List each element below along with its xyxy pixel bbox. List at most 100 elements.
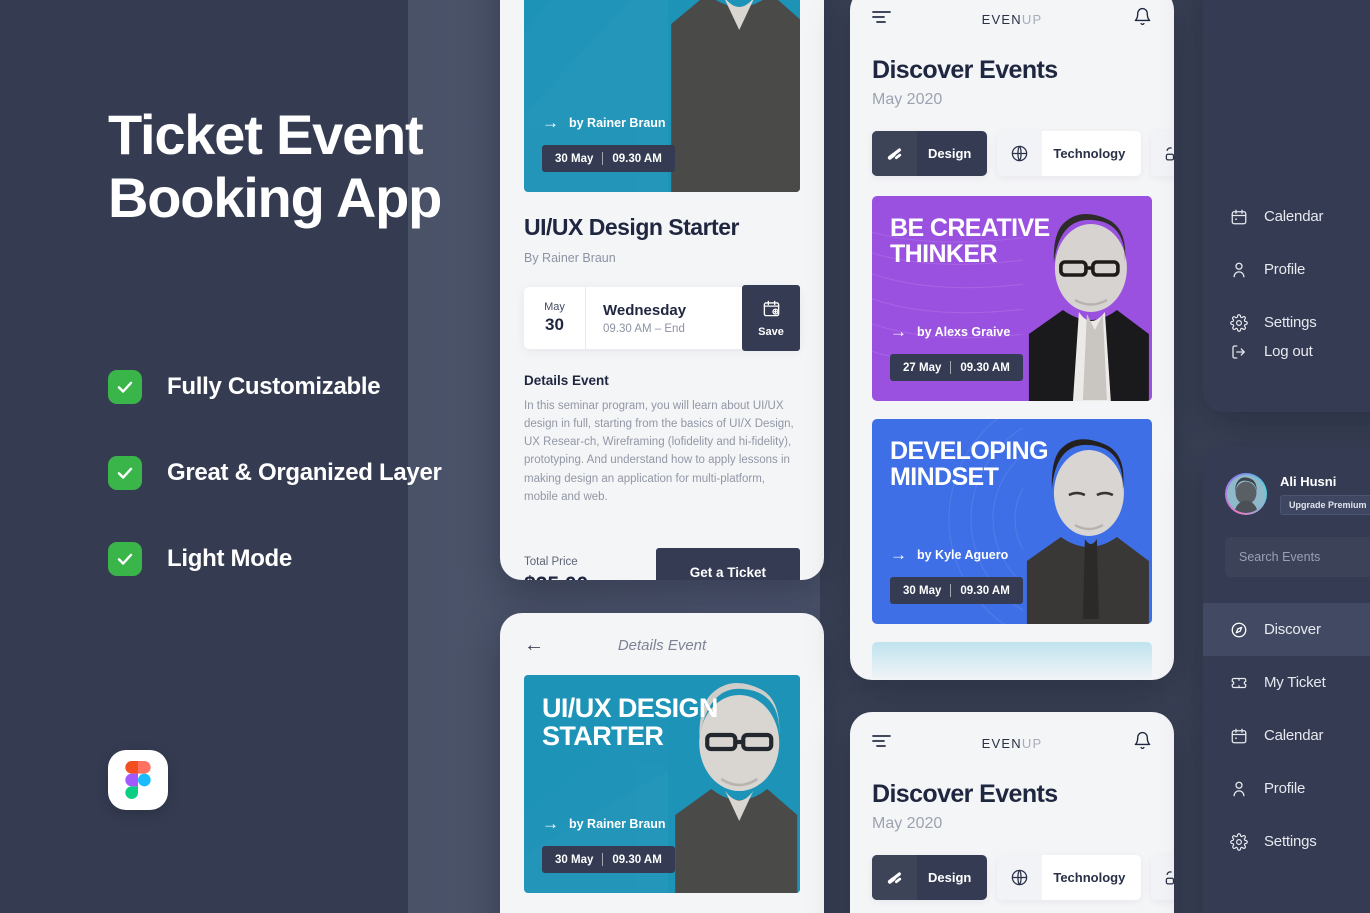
get-ticket-button[interactable]: Get a Ticket	[655, 547, 800, 580]
sidebar-item-settings[interactable]: Settings	[1203, 815, 1370, 868]
brand-secondary: UP	[1021, 11, 1043, 27]
sidebar-nav: Calendar Profile Settings	[1203, 0, 1370, 349]
bell-icon[interactable]	[1133, 730, 1152, 756]
brand-primary: EVEN	[981, 735, 1022, 751]
search-input[interactable]	[1239, 550, 1370, 564]
chip-design[interactable]: Design	[872, 131, 988, 176]
banner-date: 30 May	[555, 152, 594, 165]
app-logo: EVENUP	[982, 12, 1043, 27]
app-header: EVENUP	[850, 0, 1174, 32]
event-cards-list: BE CREATIVE THINKER → by Alexs Graive 27…	[850, 196, 1174, 680]
event-card-time: 09.30 AM	[960, 361, 1010, 374]
community-icon	[1151, 855, 1174, 900]
event-card-partial[interactable]	[872, 642, 1152, 680]
event-card-date: 27 May	[903, 361, 942, 374]
ticket-icon	[1229, 673, 1249, 693]
page-title: Ticket Event Booking App	[108, 103, 442, 229]
feature-label: Light Mode	[167, 545, 292, 572]
check-icon	[108, 370, 142, 404]
arrow-right-icon: →	[890, 545, 907, 564]
topbar: ← Details Event	[500, 613, 824, 655]
sidebar-item-discover[interactable]: Discover	[1203, 603, 1370, 656]
date-details: Wednesday 09.30 AM – End	[586, 287, 742, 349]
event-card-speaker-label: by Alexs Graive	[917, 324, 1011, 339]
upgrade-premium-badge[interactable]: Upgrade Premium	[1280, 494, 1370, 515]
event-card-datetime: 27 May 09.30 AM	[890, 354, 1023, 381]
divider	[602, 152, 604, 165]
event-card-date: 30 May	[903, 584, 942, 597]
menu-icon[interactable]	[872, 734, 891, 753]
sidebar-panel-top: Calendar Profile Settings Log out	[1203, 0, 1370, 412]
event-banner[interactable]: UI/UX DESIGN STARTER → by Rainer Braun 3…	[524, 0, 800, 192]
banner-speaker-label: by Rainer Braun	[569, 816, 666, 831]
menu-icon[interactable]	[872, 10, 891, 29]
user-icon	[1229, 260, 1249, 280]
user-meta: Ali Husni Upgrade Premium	[1280, 474, 1370, 515]
chip-technology[interactable]: Technology	[997, 131, 1142, 176]
event-card-time: 09.30 AM	[960, 584, 1010, 597]
sidebar-item-my-ticket[interactable]: My Ticket	[1203, 656, 1370, 709]
arrow-left-icon[interactable]: ←	[524, 635, 544, 655]
chip-label: Technology	[1053, 146, 1126, 161]
chip-technology[interactable]: Technology	[997, 855, 1142, 900]
detail-event-screen: UI/UX DESIGN STARTER → by Rainer Braun 3…	[500, 0, 824, 580]
banner-datetime: 30 May 09.30 AM	[542, 145, 675, 172]
list-item: Light Mode	[108, 542, 442, 576]
details-body: In this seminar program, you will learn …	[524, 400, 794, 503]
sidebar-item-profile[interactable]: Profile	[1203, 243, 1370, 296]
figma-logo-icon	[108, 750, 168, 810]
discover-events-screen: EVENUP Discover Events May 2020 Design T…	[850, 0, 1174, 680]
sidebar-panel-bottom: Ali Husni Upgrade Premium Discover My Ti…	[1203, 447, 1370, 913]
list-item: Fully Customizable	[108, 370, 442, 404]
category-filter-chips: Design Technology	[850, 855, 1174, 900]
arrow-right-icon: →	[890, 322, 907, 341]
chip-design[interactable]: Design	[872, 855, 988, 900]
chip-community[interactable]	[1151, 855, 1174, 900]
price-value: $25.00/person	[524, 573, 627, 580]
divider	[602, 853, 604, 866]
page-title: Discover Events	[872, 56, 1058, 84]
date-day-number: 30	[545, 315, 564, 334]
user-icon	[1229, 779, 1249, 799]
calendar-icon	[1229, 207, 1249, 227]
sidebar-item-calendar[interactable]: Calendar	[1203, 190, 1370, 243]
category-filter-chips: Design Technology	[850, 131, 1174, 176]
date-block: May 30	[524, 287, 586, 349]
arrow-right-icon: →	[542, 113, 559, 132]
app-logo: EVENUP	[982, 736, 1043, 751]
user-profile[interactable]: Ali Husni Upgrade Premium	[1203, 447, 1370, 515]
page-subtitle: May 2020	[872, 91, 943, 108]
event-card-datetime: 30 May 09.30 AM	[890, 577, 1023, 604]
sidebar-item-label: Calendar	[1264, 727, 1324, 744]
sidebar-item-logout[interactable]: Log out	[1203, 325, 1370, 378]
brush-icon	[872, 855, 917, 900]
chip-label: Design	[928, 146, 972, 161]
details-heading: Details Event	[524, 373, 609, 388]
chip-community[interactable]	[1151, 131, 1174, 176]
avatar	[1225, 473, 1267, 515]
event-title: UI/UX Design Starter	[524, 214, 739, 240]
search-events-container[interactable]	[1225, 537, 1370, 577]
event-banner[interactable]: UI/UX DESIGN STARTER → by Rainer Braun 3…	[524, 675, 800, 893]
chip-label: Design	[928, 870, 972, 885]
event-card-title: DEVELOPING MINDSET	[890, 437, 1049, 491]
sidebar-item-label: Calendar	[1264, 208, 1324, 225]
event-card[interactable]: DEVELOPING MINDSET → by Kyle Aguero 30 M…	[872, 419, 1152, 624]
sidebar-item-profile[interactable]: Profile	[1203, 762, 1370, 815]
save-button[interactable]: Save	[742, 285, 800, 351]
chip-label: Technology	[1053, 870, 1126, 885]
sidebar-item-label: Discover	[1264, 621, 1321, 638]
bell-icon[interactable]	[1133, 6, 1152, 32]
event-date-card: May 30 Wednesday 09.30 AM – End Save	[524, 285, 800, 351]
event-card[interactable]: BE CREATIVE THINKER → by Alexs Graive 27…	[872, 196, 1152, 401]
feature-label: Great & Organized Layer	[167, 459, 442, 486]
gear-icon	[1229, 832, 1249, 852]
event-card-speaker: → by Alexs Graive	[890, 323, 1134, 340]
banner-time: 09.30 AM	[612, 152, 662, 165]
user-name: Ali Husni	[1280, 473, 1337, 489]
banner-title: UI/UX DESIGN STARTER	[542, 693, 718, 751]
sidebar-item-calendar[interactable]: Calendar	[1203, 709, 1370, 762]
screen-title-block: Discover Events May 2020	[850, 780, 1174, 833]
sidebar-logout-label: Log out	[1264, 343, 1313, 360]
details-event-screen: ← Details Event UI/UX DESIGN STARTER → b…	[500, 613, 824, 913]
